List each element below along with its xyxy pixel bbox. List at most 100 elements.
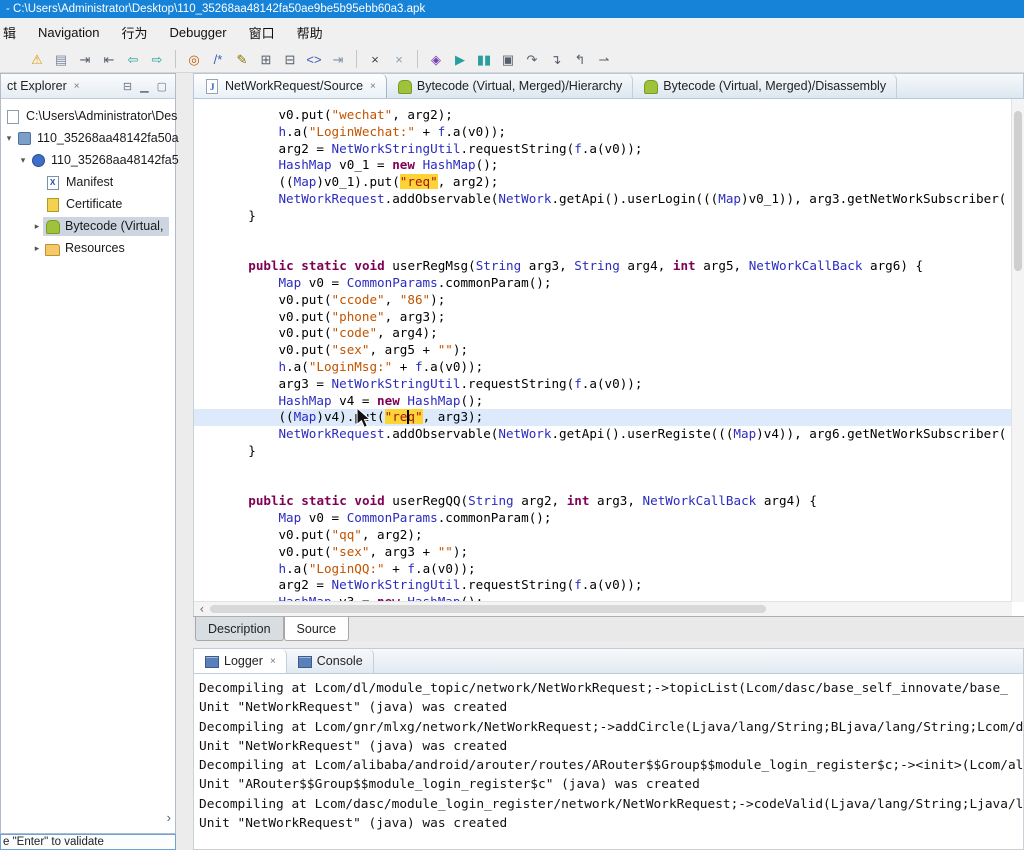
title-bar[interactable]: - C:\Users\Administrator\Desktop\110_352… — [0, 0, 1024, 18]
tree-item-0[interactable]: C:\Users\Administrator\Des — [1, 105, 175, 127]
tree-item-5[interactable]: ▸Bytecode (Virtual, — [1, 215, 175, 237]
navigate-forward-icon[interactable]: ⇨ — [146, 49, 168, 70]
code-token: CommonParams — [347, 510, 438, 525]
code-editor[interactable]: v0.put("wechat", arg2);h.a("LoginWechat:… — [193, 99, 1024, 616]
step-out-icon[interactable]: ↰ — [569, 49, 591, 70]
code-line: } — [194, 443, 1012, 460]
tree-item-1[interactable]: ▾110_35268aa48142fa50a — [1, 127, 175, 149]
code-token: , arg3); — [423, 409, 484, 424]
java-icon — [206, 79, 218, 94]
code-token: } — [248, 443, 256, 458]
menu-item-4[interactable]: 窗口 — [238, 19, 286, 46]
validate-hint-box[interactable]: e "Enter" to validate — [0, 834, 176, 850]
tree-item-4[interactable]: Certificate — [1, 193, 175, 215]
code-token: "phone" — [332, 309, 385, 324]
menu-item-3[interactable]: Debugger — [158, 21, 237, 44]
tree-item-body: Manifest — [43, 173, 119, 192]
tab-logger[interactable]: Logger × — [194, 649, 287, 673]
tree-item-6[interactable]: ▸Resources — [1, 237, 175, 259]
code-token: )v0_1).put( — [316, 174, 399, 189]
editor-tab-2[interactable]: Bytecode (Virtual, Merged)/Disassembly — [633, 74, 897, 98]
collapse-all-icon[interactable]: ⊟ — [119, 80, 136, 93]
horizontal-scrollbar[interactable]: ‹ — [194, 601, 1012, 616]
code-line: HashMap v0_1 = new HashMap(); — [194, 157, 1012, 174]
xml-view-icon[interactable]: <> — [303, 49, 325, 70]
code-token: CommonParams — [347, 275, 438, 290]
log-line: Unit "ARouter$$Group$$module_login_regis… — [199, 775, 1023, 794]
step-over-icon[interactable]: ↷ — [521, 49, 543, 70]
toolbar-separator — [356, 50, 357, 68]
close-icon[interactable]: × — [71, 81, 83, 92]
rename-icon[interactable]: ✎ — [231, 49, 253, 70]
go-out-icon[interactable]: ⇤ — [98, 49, 120, 70]
indent-icon[interactable]: ⇥ — [327, 49, 349, 70]
tab-project-explorer[interactable]: ct Explorer — [3, 79, 71, 93]
code-line — [194, 241, 1012, 258]
expander-icon[interactable]: ▾ — [3, 133, 15, 144]
vertical-scrollbar-thumb[interactable] — [1014, 111, 1022, 271]
decompile-icon[interactable]: ◈ — [425, 49, 447, 70]
tree-item-3[interactable]: Manifest — [1, 171, 175, 193]
close-icon[interactable]: × — [370, 81, 376, 92]
fragment-tab-source[interactable]: Source — [284, 617, 350, 641]
new-window-icon[interactable]: ▤ — [50, 49, 72, 70]
validate-hint-text: e "Enter" to validate — [3, 836, 104, 848]
code-token: "" — [438, 342, 453, 357]
expander-icon[interactable]: ▾ — [17, 155, 29, 166]
navigate-back-icon[interactable]: ⇦ — [122, 49, 144, 70]
code-token: NetWorkCallBack — [749, 258, 863, 273]
bytes-view-icon[interactable]: ⊞ — [255, 49, 277, 70]
delete-icon[interactable]: × — [364, 49, 386, 70]
code-token: "code" — [332, 325, 378, 340]
tree-item-2[interactable]: ▾110_35268aa48142fa5 — [1, 149, 175, 171]
code-line — [194, 225, 1012, 242]
menu-item-2[interactable]: 行为 — [110, 19, 158, 46]
code-line: v0.put("sex", arg5 + ""); — [194, 342, 1012, 359]
code-token: v4 = — [332, 393, 378, 408]
close-icon[interactable]: × — [270, 656, 276, 667]
code-token: arg3, — [521, 258, 574, 273]
menu-item-0[interactable]: 辑 — [0, 19, 27, 46]
logger-content[interactable]: Decompiling at Lcom/dl/module_topic/netw… — [193, 674, 1024, 850]
code-token: f — [407, 561, 415, 576]
logger-panel: Logger × Console Decompiling at Lcom/dl/mo… — [193, 648, 1024, 850]
code-line: public static void userRegQQ(String arg2… — [194, 493, 1012, 510]
code-token: Map — [718, 191, 741, 206]
code-token: "ccode" — [332, 292, 385, 307]
explorer-tree: C:\Users\Administrator\Des▾110_35268aa48… — [1, 99, 175, 259]
resume-icon[interactable]: ▶ — [449, 49, 471, 70]
tab-console[interactable]: Console — [287, 649, 374, 673]
table-view-icon[interactable]: ⊟ — [279, 49, 301, 70]
comment-icon[interactable]: /* — [207, 49, 229, 70]
horizontal-scrollbar-thumb[interactable] — [210, 605, 766, 613]
logger-tabbar: Logger × Console — [193, 648, 1024, 674]
maximize-icon[interactable]: ▢ — [153, 80, 171, 93]
fragment-tab-description[interactable]: Description — [195, 617, 284, 641]
vertical-scrollbar[interactable] — [1011, 99, 1024, 602]
code-line: Map v0 = CommonParams.commonParam(); — [194, 510, 1012, 527]
warning-icon[interactable]: ⚠ — [26, 49, 48, 70]
cross-references-icon[interactable]: ◎ — [183, 49, 205, 70]
run-to-cursor-icon[interactable]: ⇀ — [593, 49, 615, 70]
expander-icon[interactable]: ▸ — [31, 243, 43, 254]
code-token: arg2, — [514, 493, 567, 508]
clear-icon[interactable]: × — [388, 49, 410, 70]
menu-item-1[interactable]: Navigation — [27, 21, 110, 44]
editor-area: NetWorkRequest/Source×Bytecode (Virtual,… — [193, 73, 1024, 850]
editor-tab-0[interactable]: NetWorkRequest/Source× — [194, 74, 387, 98]
code-line: ((Map)v4).put("req", arg3); — [194, 409, 1012, 426]
step-into-icon[interactable]: ↴ — [545, 49, 567, 70]
scroll-left-icon[interactable]: ‹ — [194, 602, 210, 616]
minimize-icon[interactable]: ▁ — [136, 80, 152, 93]
menu-item-5[interactable]: 帮助 — [286, 19, 334, 46]
code-token: String — [468, 493, 514, 508]
pause-icon[interactable]: ▮▮ — [473, 49, 495, 70]
bottom-tab-label: Logger — [224, 654, 263, 668]
go-into-icon[interactable]: ⇥ — [74, 49, 96, 70]
file-icon — [7, 110, 19, 124]
editor-tab-1[interactable]: Bytecode (Virtual, Merged)/Hierarchy — [387, 74, 633, 98]
expander-icon[interactable]: ▸ — [31, 221, 43, 232]
window-title: - C:\Users\Administrator\Desktop\110_352… — [6, 3, 425, 15]
stop-icon[interactable]: ▣ — [497, 49, 519, 70]
scroll-right-icon[interactable]: › — [167, 810, 171, 825]
